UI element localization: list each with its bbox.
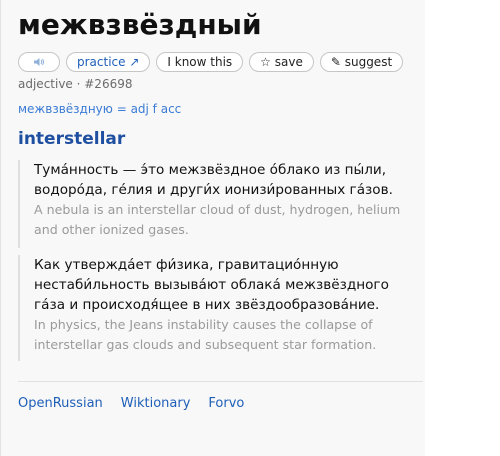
translation: interstellar <box>18 129 126 149</box>
save-label: ☆ save <box>260 55 303 69</box>
practice-button[interactable]: practice ↗ <box>66 52 151 72</box>
headword-title: межвзвёздный <box>18 8 262 41</box>
part-of-speech-meta: adjective · #26698 <box>18 77 133 91</box>
link-forvo[interactable]: Forvo <box>208 396 244 411</box>
example-2: Как утвержда́ет фи́зика, гравитацио́нную… <box>18 255 414 361</box>
app-root: межвзвёздный practice ↗ I know this ☆ sa… <box>0 0 500 456</box>
practice-label: practice ↗ <box>77 55 140 69</box>
speaker-icon <box>34 58 44 66</box>
know-this-label: I know this <box>167 55 233 69</box>
link-wiktionary[interactable]: Wiktionary <box>121 396 191 411</box>
action-buttons: practice ↗ I know this ☆ save ✎ suggest <box>18 52 404 72</box>
audio-button[interactable] <box>18 52 60 72</box>
suggest-label: ✎ suggest <box>330 55 393 69</box>
example-1: Тума́нность — э́то межзвёздное о́блако и… <box>18 160 414 248</box>
save-button[interactable]: ☆ save <box>249 52 314 72</box>
word-panel: межвзвёздный practice ↗ I know this ☆ sa… <box>0 0 425 456</box>
external-links: OpenRussian Wiktionary Forvo <box>18 396 244 411</box>
know-this-button[interactable]: I know this <box>156 52 244 72</box>
example-2-russian: Как утвержда́ет фи́зика, гравитацио́нную… <box>34 257 389 313</box>
example-1-russian: Тума́нность — э́то межзвёздное о́блако и… <box>34 162 393 198</box>
divider <box>18 381 423 382</box>
suggest-button[interactable]: ✎ suggest <box>319 52 404 72</box>
example-2-english: In physics, the Jeans instability causes… <box>34 317 377 352</box>
link-openrussian[interactable]: OpenRussian <box>18 396 103 411</box>
example-1-english: A nebula is an interstellar cloud of dus… <box>34 202 401 237</box>
form-note: межвзвёздную = adj f acc <box>18 102 182 116</box>
